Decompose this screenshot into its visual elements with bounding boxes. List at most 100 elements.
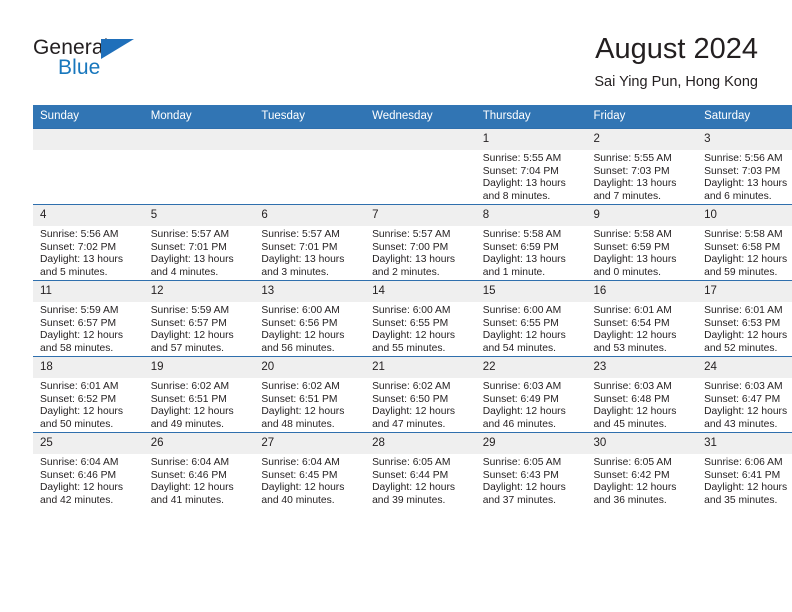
calendar-day-cell[interactable]: 14 Sunrise: 6:00 AM Sunset: 6:55 PM Dayligh… — [365, 280, 476, 357]
calendar-day-cell[interactable]: 7 Sunrise: 5:57 AM Sunset: 7:00 PM Daylight… — [365, 204, 476, 281]
day-details: Sunrise: 5:57 AM Sunset: 7:01 PM Daylight:… — [144, 226, 255, 279]
general-blue-logo[interactable]: General Blue — [33, 36, 163, 86]
weekday-header-row: Sunday Monday Tuesday Wednesday Thursday… — [33, 105, 792, 129]
sunrise-text: Sunrise: 6:04 AM — [40, 457, 119, 468]
daylight-text: Daylight: 12 hours and 40 minutes. — [261, 482, 345, 506]
day-details: Sunrise: 5:59 AM Sunset: 6:57 PM Daylight:… — [33, 302, 144, 355]
day-number: 21 — [365, 357, 476, 378]
page-header: General Blue August 2024 Sai Ying Pun, H… — [0, 0, 792, 100]
sunset-text: Sunset: 7:03 PM — [704, 165, 781, 177]
day-number: 12 — [143, 281, 255, 302]
calendar-day-cell[interactable]: 16 Sunrise: 6:01 AM Sunset: 6:54 PM Dayligh… — [586, 280, 698, 357]
sunrise-text: Sunrise: 5:57 AM — [261, 229, 340, 240]
sunset-text: Sunset: 6:46 PM — [150, 469, 227, 481]
day-number: 6 — [254, 205, 366, 226]
day-number: 17 — [697, 281, 792, 302]
day-number: 11 — [33, 281, 144, 302]
calendar-day-cell[interactable]: 27 Sunrise: 6:04 AM Sunset: 6:45 PM Dayligh… — [254, 432, 366, 508]
calendar-day-cell[interactable]: 29 Sunrise: 6:05 AM Sunset: 6:43 PM Dayligh… — [475, 432, 587, 508]
calendar-day-cell[interactable]: 28 Sunrise: 6:05 AM Sunset: 6:44 PM Dayligh… — [365, 432, 476, 508]
day-number: 5 — [143, 205, 255, 226]
daylight-text: Daylight: 12 hours and 35 minutes. — [704, 482, 788, 506]
day-details: Sunrise: 6:02 AM Sunset: 6:50 PM Daylight:… — [365, 378, 476, 431]
daylight-text: Daylight: 12 hours and 41 minutes. — [150, 482, 234, 506]
day-details: Sunrise: 5:56 AM Sunset: 7:02 PM Daylight:… — [33, 226, 144, 279]
day-number: 27 — [254, 433, 366, 454]
sunrise-text: Sunrise: 6:03 AM — [704, 381, 783, 392]
calendar-day-cell[interactable]: 15 Sunrise: 6:00 AM Sunset: 6:55 PM Dayligh… — [475, 280, 587, 357]
sunset-text: Sunset: 6:41 PM — [704, 469, 781, 481]
daylight-text: Daylight: 12 hours and 36 minutes. — [593, 482, 677, 506]
calendar-day-cell[interactable]: 11 Sunrise: 5:59 AM Sunset: 6:57 PM Dayligh… — [33, 280, 144, 357]
sunrise-text: Sunrise: 6:05 AM — [372, 457, 451, 468]
calendar-day-cell[interactable]: 20 Sunrise: 6:02 AM Sunset: 6:51 PM Dayligh… — [254, 356, 366, 433]
calendar-day-cell[interactable]: 4 Sunrise: 5:56 AM Sunset: 7:02 PM Daylight… — [33, 204, 144, 281]
weekday-header-monday: Monday — [143, 105, 255, 129]
day-details: Sunrise: 6:02 AM Sunset: 6:51 PM Daylight:… — [254, 378, 365, 431]
calendar-day-cell[interactable]: 25 Sunrise: 6:04 AM Sunset: 6:46 PM Dayligh… — [33, 432, 144, 508]
daylight-text: Daylight: 12 hours and 50 minutes. — [40, 406, 123, 430]
day-number: 25 — [33, 433, 144, 454]
day-number — [143, 129, 255, 150]
day-details: Sunrise: 6:03 AM Sunset: 6:48 PM Daylight:… — [586, 378, 697, 431]
calendar-day-cell[interactable]: 6 Sunrise: 5:57 AM Sunset: 7:01 PM Daylight… — [254, 204, 366, 281]
calendar-weekday-header: Sunday Monday Tuesday Wednesday Thursday… — [33, 105, 792, 129]
day-number: 20 — [254, 357, 366, 378]
sunset-text: Sunset: 6:54 PM — [593, 317, 670, 329]
calendar-day-cell[interactable]: 12 Sunrise: 5:59 AM Sunset: 6:57 PM Dayligh… — [143, 280, 255, 357]
sunrise-text: Sunrise: 5:57 AM — [150, 229, 230, 240]
calendar-day-cell[interactable]: 2 Sunrise: 5:55 AM Sunset: 7:03 PM Daylight… — [586, 128, 698, 205]
calendar-day-cell[interactable]: 19 Sunrise: 6:02 AM Sunset: 6:51 PM Dayligh… — [143, 356, 255, 433]
logo-text-blue: Blue — [58, 56, 101, 79]
sunset-text: Sunset: 6:53 PM — [704, 317, 781, 329]
day-details: Sunrise: 6:01 AM Sunset: 6:53 PM Daylight:… — [697, 302, 792, 355]
calendar-day-cell[interactable]: 30 Sunrise: 6:05 AM Sunset: 6:42 PM Dayligh… — [586, 432, 698, 508]
calendar-day-cell[interactable]: 13 Sunrise: 6:00 AM Sunset: 6:56 PM Dayligh… — [254, 280, 366, 357]
calendar-day-cell[interactable]: 3 Sunrise: 5:56 AM Sunset: 7:03 PM Daylight… — [697, 128, 792, 205]
calendar-day-cell[interactable]: 24 Sunrise: 6:03 AM Sunset: 6:47 PM Dayligh… — [697, 356, 792, 433]
day-number: 24 — [697, 357, 792, 378]
calendar-day-cell-empty — [143, 128, 255, 205]
daylight-text: Daylight: 13 hours and 8 minutes. — [482, 178, 566, 202]
calendar-day-cell[interactable]: 22 Sunrise: 6:03 AM Sunset: 6:49 PM Dayligh… — [475, 356, 587, 433]
calendar-day-cell[interactable]: 31 Sunrise: 6:06 AM Sunset: 6:41 PM Dayligh… — [697, 432, 792, 508]
day-details: Sunrise: 6:04 AM Sunset: 6:46 PM Daylight:… — [144, 454, 255, 507]
calendar-week-row: 4 Sunrise: 5:56 AM Sunset: 7:02 PM Daylight… — [33, 204, 792, 281]
calendar-day-cell[interactable]: 26 Sunrise: 6:04 AM Sunset: 6:46 PM Dayligh… — [143, 432, 255, 508]
day-number: 10 — [697, 205, 792, 226]
sunset-text: Sunset: 6:57 PM — [150, 317, 227, 329]
calendar-day-cell[interactable]: 9 Sunrise: 5:58 AM Sunset: 6:59 PM Daylight… — [586, 204, 698, 281]
day-details: Sunrise: 6:05 AM Sunset: 6:42 PM Daylight:… — [586, 454, 697, 507]
day-number: 30 — [586, 433, 698, 454]
day-number: 3 — [697, 129, 792, 150]
sunrise-text: Sunrise: 5:59 AM — [150, 305, 230, 316]
sunset-text: Sunset: 6:50 PM — [372, 393, 449, 405]
calendar-day-cell[interactable]: 23 Sunrise: 6:03 AM Sunset: 6:48 PM Dayligh… — [586, 356, 698, 433]
sunset-text: Sunset: 6:59 PM — [593, 241, 670, 253]
calendar-day-cell[interactable]: 17 Sunrise: 6:01 AM Sunset: 6:53 PM Dayligh… — [697, 280, 792, 357]
day-details: Sunrise: 5:59 AM Sunset: 6:57 PM Daylight:… — [144, 302, 255, 355]
calendar-day-cell[interactable]: 8 Sunrise: 5:58 AM Sunset: 6:59 PM Daylight… — [475, 204, 587, 281]
daylight-text: Daylight: 12 hours and 45 minutes. — [593, 406, 677, 430]
day-details: Sunrise: 5:57 AM Sunset: 7:01 PM Daylight:… — [254, 226, 365, 279]
weekday-header-wednesday: Wednesday — [365, 105, 476, 129]
sunrise-text: Sunrise: 5:58 AM — [482, 229, 562, 240]
sunrise-text: Sunrise: 6:00 AM — [482, 305, 562, 316]
sunrise-text: Sunrise: 6:00 AM — [261, 305, 340, 316]
sunrise-text: Sunrise: 6:06 AM — [704, 457, 783, 468]
calendar-day-cell[interactable]: 5 Sunrise: 5:57 AM Sunset: 7:01 PM Daylight… — [143, 204, 255, 281]
calendar-day-cell[interactable]: 10 Sunrise: 5:58 AM Sunset: 6:58 PM Dayligh… — [697, 204, 792, 281]
calendar-day-cell[interactable]: 18 Sunrise: 6:01 AM Sunset: 6:52 PM Dayligh… — [33, 356, 144, 433]
day-details: Sunrise: 6:00 AM Sunset: 6:56 PM Daylight:… — [254, 302, 365, 355]
daylight-text: Daylight: 12 hours and 57 minutes. — [150, 330, 234, 354]
sunset-text: Sunset: 7:01 PM — [150, 241, 227, 253]
day-details: Sunrise: 6:04 AM Sunset: 6:46 PM Daylight:… — [33, 454, 144, 507]
daylight-text: Daylight: 12 hours and 46 minutes. — [482, 406, 566, 430]
calendar-day-cell[interactable]: 1 Sunrise: 5:55 AM Sunset: 7:04 PM Daylight… — [475, 128, 587, 205]
daylight-text: Daylight: 12 hours and 42 minutes. — [40, 482, 123, 506]
sunrise-text: Sunrise: 6:04 AM — [261, 457, 340, 468]
sunrise-text: Sunrise: 6:00 AM — [372, 305, 451, 316]
sunrise-text: Sunrise: 6:02 AM — [261, 381, 340, 392]
sunrise-text: Sunrise: 5:55 AM — [593, 153, 672, 164]
calendar-day-cell[interactable]: 21 Sunrise: 6:02 AM Sunset: 6:50 PM Dayligh… — [365, 356, 476, 433]
